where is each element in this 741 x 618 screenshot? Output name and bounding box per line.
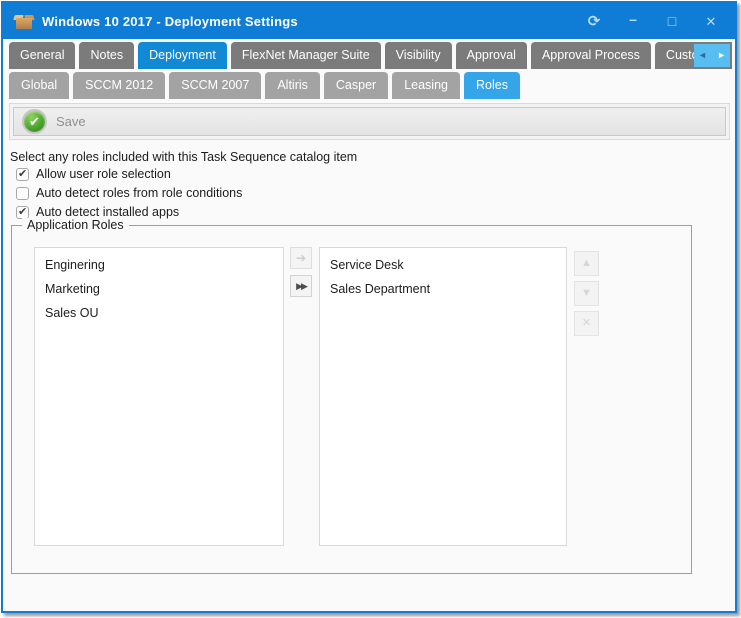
- order-icon: ✕: [582, 318, 591, 329]
- checkbox-label: Auto detect roles from role conditions: [36, 186, 242, 200]
- subtab-label: Casper: [336, 78, 376, 92]
- tab-label: General: [20, 48, 64, 62]
- maximize-button[interactable]: □: [664, 14, 680, 28]
- dialog-window: Windows 10 2017 - Deployment Settings ⟳ …: [1, 1, 737, 613]
- subtab-casper[interactable]: Casper: [324, 72, 388, 99]
- checkbox-allow-user-role-selection[interactable]: Allow user role selection: [16, 167, 242, 181]
- subtab-label: SCCM 2007: [181, 78, 249, 92]
- package-icon: [15, 14, 33, 29]
- secondary-tab-bar: Global SCCM 2012 SCCM 2007 Altiris Casper Lea…: [9, 72, 520, 99]
- tab-label: Approval Process: [542, 48, 640, 62]
- tab-scroll-right-icon[interactable]: ►: [717, 51, 726, 60]
- tab-approval-process[interactable]: Approval Process: [531, 42, 651, 69]
- tab-label: FlexNet Manager Suite: [242, 48, 370, 62]
- checkbox-label: Allow user role selection: [36, 167, 171, 181]
- transfer-move-all-right[interactable]: ▶▶: [290, 275, 312, 297]
- tab-scroller: ◄ ►: [694, 44, 730, 67]
- tab-visibility[interactable]: Visibility: [385, 42, 452, 69]
- tab-general[interactable]: General: [9, 42, 75, 69]
- subtab-roles[interactable]: Roles: [464, 72, 520, 99]
- checkbox-label: Auto detect installed apps: [36, 205, 179, 219]
- subtab-sccm-2007[interactable]: SCCM 2007: [169, 72, 261, 99]
- tab-notes[interactable]: Notes: [79, 42, 134, 69]
- subtab-label: Altiris: [277, 78, 308, 92]
- refresh-icon[interactable]: ⟳: [586, 14, 602, 29]
- checkbox-box[interactable]: [16, 187, 29, 200]
- subtab-altiris[interactable]: Altiris: [265, 72, 320, 99]
- order-icon: ▼: [581, 288, 592, 299]
- checkbox-group: Allow user role selection Auto detect ro…: [16, 167, 242, 224]
- order-move-down[interactable]: ▼: [574, 281, 599, 306]
- subtab-label: Global: [21, 78, 57, 92]
- subtab-label: Roles: [476, 78, 508, 92]
- transfer-buttons: ➔ ▶▶: [290, 247, 312, 297]
- toolbar: ✔ Save: [9, 103, 730, 140]
- application-roles-groupbox: Application Roles EngineringMarketingSal…: [11, 225, 692, 574]
- assigned-role-service-desk[interactable]: Service Desk: [320, 253, 566, 277]
- available-role-sales-ou[interactable]: Sales OU: [35, 301, 283, 325]
- arrow-icon: ▶▶: [296, 282, 306, 291]
- checkbox-auto-detect-installed-apps[interactable]: Auto detect installed apps: [16, 205, 242, 219]
- order-remove[interactable]: ✕: [574, 311, 599, 336]
- close-button[interactable]: ✕: [703, 15, 719, 28]
- subtab-sccm-2012[interactable]: SCCM 2012: [73, 72, 165, 99]
- save-check-icon: ✔: [22, 109, 47, 134]
- available-role-enginering[interactable]: Enginering: [35, 253, 283, 277]
- window-title: Windows 10 2017 - Deployment Settings: [42, 14, 298, 29]
- checkbox-box[interactable]: [16, 206, 29, 219]
- save-button[interactable]: ✔ Save: [22, 109, 86, 134]
- subtab-label: Leasing: [404, 78, 448, 92]
- tab-label: Notes: [90, 48, 123, 62]
- tab-scroll-left-icon[interactable]: ◄: [698, 51, 707, 60]
- available-roles-list[interactable]: EngineringMarketingSales OU: [34, 247, 284, 546]
- tab-deployment[interactable]: Deployment: [138, 42, 227, 69]
- order-buttons: ▲ ▼ ✕: [574, 251, 599, 336]
- tab-flexnet-manager-suite[interactable]: FlexNet Manager Suite: [231, 42, 381, 69]
- tab-label: Visibility: [396, 48, 441, 62]
- order-move-up[interactable]: ▲: [574, 251, 599, 276]
- transfer-move-right[interactable]: ➔: [290, 247, 312, 269]
- tab-approval[interactable]: Approval: [456, 42, 527, 69]
- checkbox-auto-detect-roles-from-role-conditions[interactable]: Auto detect roles from role conditions: [16, 186, 242, 200]
- primary-tab-bar: General Notes Deployment FlexNet Manager Su…: [9, 42, 732, 69]
- order-icon: ▲: [581, 258, 592, 269]
- subtab-label: SCCM 2012: [85, 78, 153, 92]
- tab-label: Deployment: [149, 48, 216, 62]
- checkbox-box[interactable]: [16, 168, 29, 181]
- subtab-leasing[interactable]: Leasing: [392, 72, 460, 99]
- groupbox-legend: Application Roles: [22, 218, 129, 232]
- assigned-role-sales-department[interactable]: Sales Department: [320, 277, 566, 301]
- intro-text: Select any roles included with this Task…: [10, 150, 357, 164]
- save-label: Save: [56, 114, 86, 129]
- available-role-marketing[interactable]: Marketing: [35, 277, 283, 301]
- minimize-button[interactable]: –: [625, 12, 641, 26]
- tab-label: Approval: [467, 48, 516, 62]
- assigned-roles-list[interactable]: Service DeskSales Department: [319, 247, 567, 546]
- arrow-icon: ➔: [296, 252, 306, 264]
- subtab-global[interactable]: Global: [9, 72, 69, 99]
- title-bar: Windows 10 2017 - Deployment Settings ⟳ …: [3, 3, 735, 39]
